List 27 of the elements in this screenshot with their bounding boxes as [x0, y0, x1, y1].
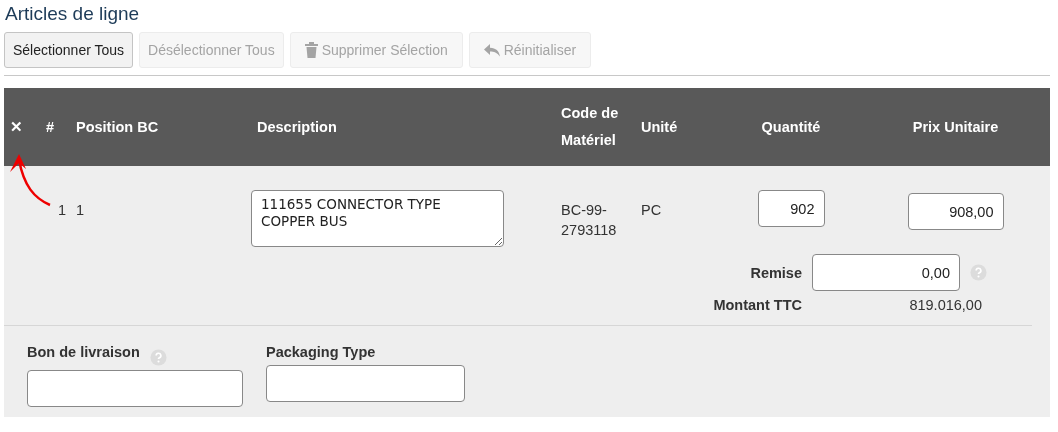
column-header: Description: [257, 117, 337, 137]
unit-price-field[interactable]: 908,00: [907, 193, 1004, 230]
toolbar-button[interactable]: Sélectionner Tous: [4, 32, 134, 68]
description-field[interactable]: 111655 CONNECTOR TYPE COPPER BUS: [251, 190, 504, 247]
total-amount: 819.016,00: [908, 297, 982, 313]
text-field[interactable]: [27, 370, 243, 407]
column-header: Position BC: [76, 117, 159, 137]
column-header: Code de Matériel: [561, 104, 620, 150]
quantity-field[interactable]: 902: [757, 190, 825, 227]
table-cell-text: BC-99-2793118: [561, 201, 618, 240]
column-header: #: [46, 117, 55, 137]
table-cell-text: 1: [76, 201, 85, 220]
field-label: Montant TTC: [712, 297, 802, 313]
column-header: Prix Unitaire: [912, 117, 999, 137]
column-header: Quantité: [761, 117, 821, 137]
trash-icon: [304, 42, 318, 58]
remove-all-icon[interactable]: ✕: [10, 113, 23, 141]
text-field[interactable]: [266, 365, 465, 402]
table-cell-text: 1: [57, 201, 66, 220]
discount-field[interactable]: 0,00: [812, 254, 960, 291]
field-label: Remise: [749, 264, 802, 281]
reply-arrow-icon: [483, 43, 500, 57]
field-label: Bon de livraison: [27, 344, 140, 360]
column-header: Unité: [641, 117, 678, 137]
table-cell-text: PC: [641, 201, 662, 220]
field-label: Packaging Type: [266, 344, 376, 360]
section-title: Articles de ligne: [5, 2, 141, 26]
